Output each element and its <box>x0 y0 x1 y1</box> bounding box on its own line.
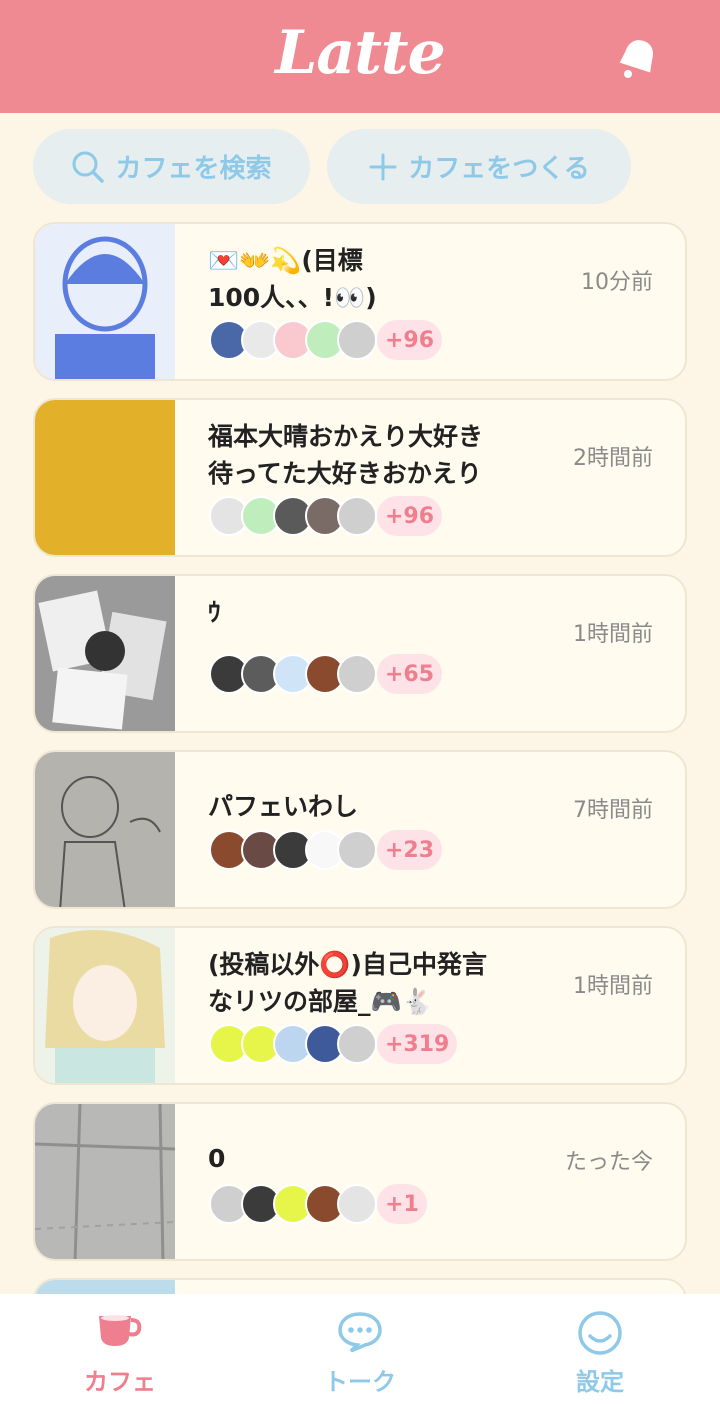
member-count-badge: +1 <box>377 1184 427 1224</box>
nav-cafe-label: カフェ <box>84 1368 156 1396</box>
app-logo: Latte <box>275 18 446 88</box>
bell-icon[interactable] <box>614 34 662 82</box>
member-avatars: +319 <box>209 1024 458 1064</box>
cafe-card[interactable]: 福本大晴おかえり大好き 待ってた大好きおかえり 2時間前 +96 <box>33 398 687 557</box>
cafe-thumbnail <box>35 1104 176 1259</box>
cafe-card[interactable]: ｳ 1時間前 +65 <box>33 574 687 733</box>
cafe-card[interactable]: 💌👐💫(目標 100人、、!👀) 10分前 +96 <box>33 222 687 381</box>
cafe-time: 1時間前 <box>573 974 653 999</box>
plus-icon <box>369 153 397 180</box>
cafe-card[interactable]: (投稿以外⭕)自己中発言 なリツの部屋_🎮🐇 1時間前 +319 <box>33 926 687 1085</box>
cafe-thumbnail <box>35 752 175 907</box>
create-cafe-label: カフェをつくる <box>408 154 590 184</box>
cafe-title: (投稿以外⭕)自己中発言 なリツの部屋_🎮🐇 <box>208 950 487 1016</box>
avatar <box>337 654 377 694</box>
cafe-card[interactable]: パフェいわし 7時間前 +23 <box>33 750 687 909</box>
nav-talk[interactable]: トーク <box>300 1294 420 1406</box>
nav-cafe[interactable]: カフェ <box>60 1294 180 1406</box>
member-avatars: +65 <box>209 654 443 694</box>
cafe-time: 1時間前 <box>573 622 653 647</box>
avatar <box>337 830 377 870</box>
nav-talk-label: トーク <box>324 1368 396 1396</box>
member-count-badge: +23 <box>377 830 443 870</box>
member-count-badge: +319 <box>377 1024 458 1064</box>
create-cafe-button[interactable]: カフェをつくる <box>327 129 631 204</box>
avatar <box>337 320 377 360</box>
member-avatars: +1 <box>209 1184 427 1224</box>
cafe-title: ｳ <box>208 598 221 627</box>
cafe-time: 7時間前 <box>573 798 653 823</box>
cafe-thumbnail <box>35 928 175 1083</box>
cafe-thumbnail <box>35 224 175 379</box>
cafe-time: 2時間前 <box>573 446 653 471</box>
member-avatars: +96 <box>209 496 443 536</box>
bottom-navigation: カフェ トーク 設定 <box>0 1294 720 1406</box>
cafe-title: パフェいわし <box>208 792 359 821</box>
member-avatars: +23 <box>209 830 443 870</box>
member-avatars: +96 <box>209 320 443 360</box>
cafe-time: 10分前 <box>581 270 653 295</box>
member-count-badge: +96 <box>377 320 443 360</box>
member-count-badge: +65 <box>377 654 443 694</box>
cafe-title: 💌👐💫(目標 100人、、!👀) <box>208 246 377 312</box>
app-header: Latte <box>0 0 720 113</box>
avatar <box>337 1024 377 1064</box>
cafe-time: たった今 <box>564 1150 653 1175</box>
cafe-title: 福本大晴おかえり大好き 待ってた大好きおかえり <box>208 422 484 488</box>
cafe-thumbnail <box>35 576 175 731</box>
search-cafe-button[interactable]: カフェを検索 <box>33 129 310 204</box>
nav-settings-label: 設定 <box>576 1368 624 1396</box>
avatar <box>337 496 377 536</box>
search-icon <box>72 151 105 183</box>
nav-settings[interactable]: 設定 <box>540 1294 660 1406</box>
smiley-icon <box>578 1311 622 1355</box>
avatar <box>337 1184 377 1224</box>
member-count-badge: +96 <box>377 496 443 536</box>
search-cafe-label: カフェを検索 <box>115 154 272 184</box>
cup-icon <box>99 1315 142 1346</box>
cafe-card[interactable]: 0 たった今 +1 <box>33 1102 687 1261</box>
cafe-title: 0 <box>208 1144 226 1173</box>
chat-bubble-icon <box>338 1312 382 1352</box>
cafe-thumbnail <box>35 400 175 555</box>
